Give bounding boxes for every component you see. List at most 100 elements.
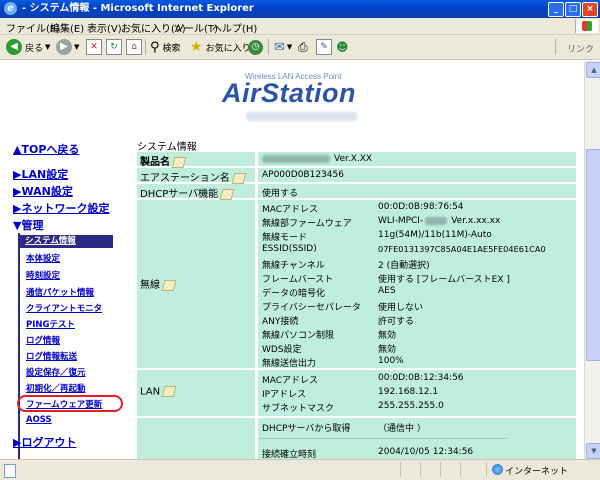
nav-item-unit-settings[interactable]: 本体設定 xyxy=(26,252,60,264)
nav-item-aoss[interactable]: AOSS xyxy=(26,415,52,425)
edit-pencil-icon[interactable] xyxy=(161,279,177,291)
home-icon: ⌂ xyxy=(126,39,142,55)
search-icon: ⚲ xyxy=(150,39,160,55)
nav-item-init-reboot[interactable]: 初期化／再起動 xyxy=(26,382,86,394)
vertical-scrollbar[interactable]: ▲ ▼ xyxy=(584,61,600,459)
mail-dropdown-icon[interactable]: ▼ xyxy=(287,43,292,51)
edit-pencil-icon[interactable] xyxy=(171,156,187,168)
status-segment xyxy=(400,462,401,477)
wireless-label: 無線 xyxy=(140,276,177,291)
window-title: - システム情報 - Microsoft Internet Explorer xyxy=(22,3,254,14)
wireless-value: 使用する [フレームバーストEX ] xyxy=(378,275,510,285)
section-title: システム情報 xyxy=(137,142,197,153)
nav-admin-bar xyxy=(18,233,20,459)
status-segment xyxy=(460,462,461,477)
wireless-key: ANY接続 xyxy=(262,317,299,327)
history-icon: ◷ xyxy=(248,39,263,55)
forward-arrow-icon: ▶ xyxy=(56,39,72,55)
messenger-button[interactable]: ☻ xyxy=(336,38,349,56)
refresh-button[interactable]: ↻ xyxy=(106,38,122,56)
edit-button[interactable]: ✎ xyxy=(316,38,332,56)
page-icon xyxy=(4,464,16,478)
forward-button[interactable]: ▶ ▼ xyxy=(56,38,79,56)
nav-lan-settings[interactable]: ▶LAN設定 xyxy=(13,166,68,182)
redacted-text xyxy=(425,216,448,225)
toolbar-separator xyxy=(145,39,146,55)
menu-bar: ファイル(F) 編集(E) 表示(V) お気に入り(A) ツール(T) ヘルプ(… xyxy=(0,18,600,35)
toolbar-separator xyxy=(268,39,269,55)
window-titlebar: e - システム情報 - Microsoft Internet Explorer… xyxy=(0,0,600,18)
minimize-button[interactable]: _ xyxy=(548,2,564,17)
edit-icon: ✎ xyxy=(316,39,332,55)
edit-pencil-icon[interactable] xyxy=(231,172,247,184)
back-button[interactable]: ◀ 戻る ▼ xyxy=(6,38,50,56)
lan-value: 00:0D:0B:12:34:56 xyxy=(378,373,464,383)
wireless-key: 無線パソコン制限 xyxy=(262,331,335,341)
nav-logout[interactable]: ▶ログアウト xyxy=(13,434,76,450)
wireless-value: 無効 xyxy=(378,331,397,341)
edit-pencil-icon[interactable] xyxy=(219,188,235,200)
divider xyxy=(259,438,507,439)
lan-key: サブネットマスク xyxy=(262,404,335,414)
mail-button[interactable]: ✉ ▼ xyxy=(274,38,292,56)
wireless-key: プライバシーセパレータ xyxy=(262,303,361,313)
search-button[interactable]: ⚲ 検索 xyxy=(150,38,181,56)
blurred-logo-caption xyxy=(246,112,358,121)
wireless-value: 11g(54M)/11b(11M)-Auto xyxy=(378,230,492,240)
wireless-value: 使用しない xyxy=(378,303,424,313)
toolbar: ◀ 戻る ▼ ▶ ▼ ✕ ↻ ⌂ ⚲ 検索 ★ お気に入り ◷ ✉ ▼ ⎙ ✎ … xyxy=(0,35,600,60)
wireless-value: 無効 xyxy=(378,345,397,355)
close-button[interactable]: × xyxy=(582,2,598,17)
edit-pencil-icon[interactable] xyxy=(161,386,177,397)
nav-item-packet-info[interactable]: 通信パケット情報 xyxy=(26,286,94,298)
print-button[interactable]: ⎙ xyxy=(298,38,308,56)
maximize-button[interactable]: □ xyxy=(565,2,581,17)
highlight-circle xyxy=(17,395,123,412)
favorites-button[interactable]: ★ お気に入り xyxy=(190,38,251,56)
wireless-key: WDS設定 xyxy=(262,345,302,355)
scroll-up-icon[interactable]: ▲ xyxy=(586,62,600,78)
nav-item-system-info[interactable]: システム情報 xyxy=(19,235,113,248)
nav-item-time-settings[interactable]: 時刻設定 xyxy=(26,269,60,281)
scroll-thumb[interactable] xyxy=(586,149,600,361)
refresh-icon: ↻ xyxy=(106,39,122,55)
mail-icon: ✉ xyxy=(274,39,285,55)
status-segment xyxy=(440,462,441,477)
dhcp-acquire-value: （通信中 ） xyxy=(378,424,426,434)
nav-admin[interactable]: ▼管理 xyxy=(13,217,43,233)
nav-wan-settings[interactable]: ▶WAN設定 xyxy=(13,183,73,199)
status-segment xyxy=(486,462,487,477)
menu-help[interactable]: ヘルプ(H) xyxy=(212,20,257,35)
messenger-icon: ☻ xyxy=(336,40,349,54)
redacted-text xyxy=(262,154,330,163)
history-button[interactable]: ◷ xyxy=(248,38,263,56)
nav-network-settings[interactable]: ▶ネットワーク設定 xyxy=(13,200,109,216)
wireless-key: フレームバースト xyxy=(262,275,334,285)
nav-item-log-info[interactable]: ログ情報 xyxy=(26,334,60,346)
links-label[interactable]: リンク xyxy=(567,42,594,55)
dhcp-acquire-label: DHCPサーバから取得 xyxy=(262,424,351,434)
stop-button[interactable]: ✕ xyxy=(86,38,102,56)
nav-item-client-monitor[interactable]: クライアントモニタ xyxy=(26,302,102,314)
wireless-value: 00:0D:0B:98:76:54 xyxy=(378,202,464,212)
back-arrow-icon: ◀ xyxy=(6,39,22,55)
lan-value: 192.168.12.1 xyxy=(378,387,439,397)
wireless-value: 許可する xyxy=(378,317,415,327)
ie-logo-icon: e xyxy=(4,2,17,15)
scroll-down-icon[interactable]: ▼ xyxy=(586,443,600,459)
lan-key: MACアドレス xyxy=(262,376,319,386)
menu-view[interactable]: 表示(V) xyxy=(87,20,122,35)
nav-item-save-restore[interactable]: 設定保存／復元 xyxy=(26,366,86,378)
nav-item-ping-test[interactable]: PINGテスト xyxy=(26,318,75,330)
home-button[interactable]: ⌂ xyxy=(126,38,142,56)
product-label: 製品名 xyxy=(140,153,187,168)
wireless-key: 無線部ファームウェア xyxy=(262,219,352,229)
wireless-value: AES xyxy=(378,286,396,296)
wireless-key: データの暗号化 xyxy=(262,289,326,299)
forward-dropdown-icon[interactable]: ▼ xyxy=(74,43,79,51)
menu-edit[interactable]: 編集(E) xyxy=(50,20,84,35)
cell-dhcp-value xyxy=(258,184,576,198)
back-dropdown-icon[interactable]: ▼ xyxy=(45,43,50,51)
nav-item-log-transfer[interactable]: ログ情報転送 xyxy=(26,350,77,362)
nav-top-link[interactable]: ▲TOPへ戻る xyxy=(13,141,79,157)
